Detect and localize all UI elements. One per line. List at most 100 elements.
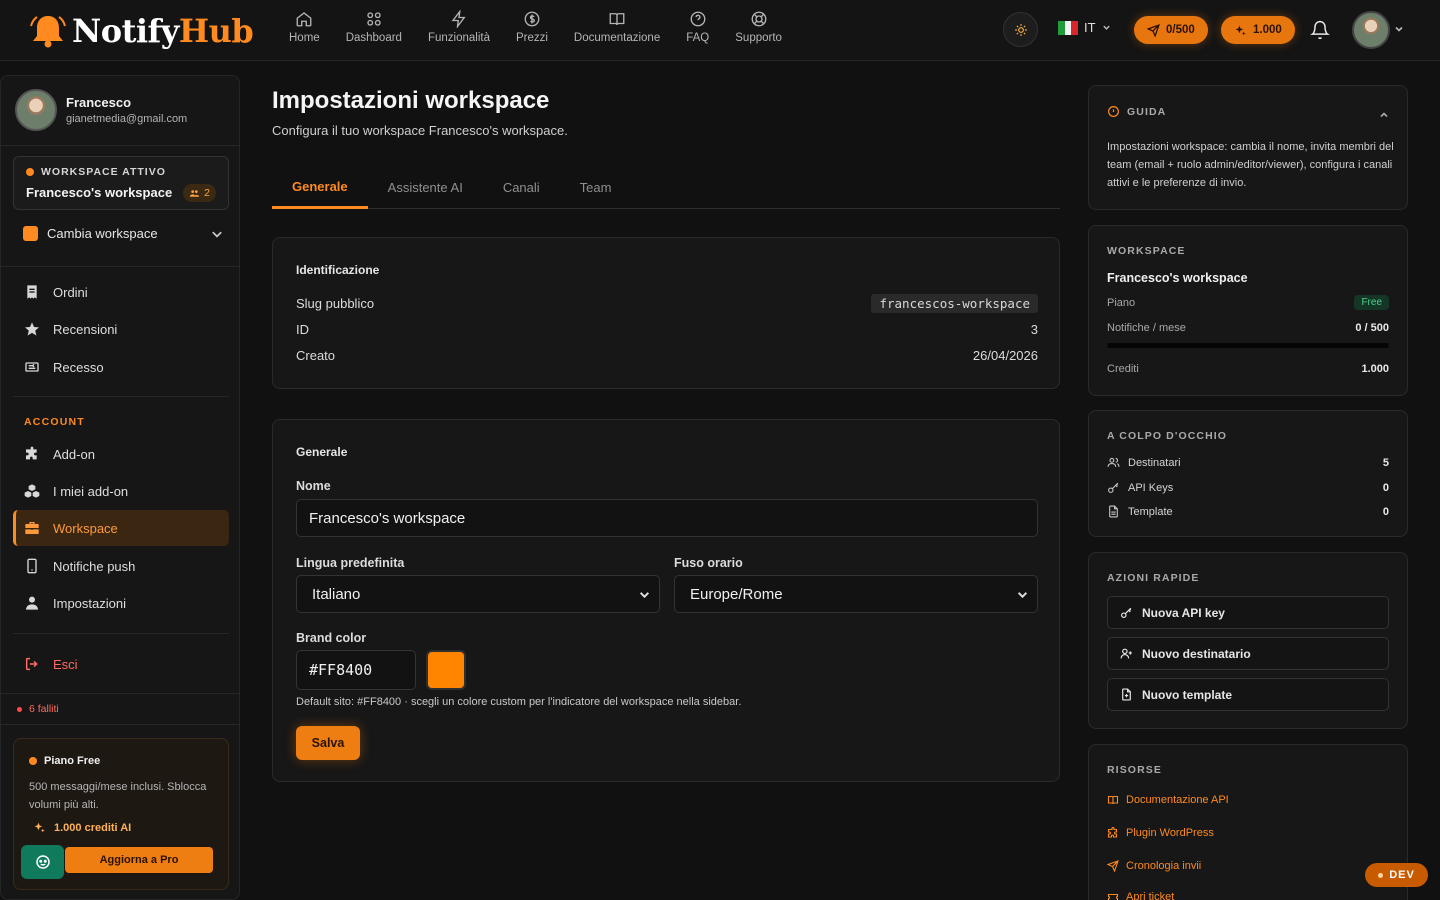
return-icon xyxy=(25,362,39,372)
upgrade-button[interactable]: Aggiorna a Pro xyxy=(65,847,213,873)
guide-card: GUIDA Impostazioni workspace: cambia il … xyxy=(1088,85,1408,210)
user-avatar-menu[interactable] xyxy=(1352,11,1390,49)
glance-api-keys-row[interactable]: API Keys 0 xyxy=(1107,481,1389,494)
id-label: ID xyxy=(296,322,309,337)
credits-pill[interactable]: 1.000 xyxy=(1221,16,1295,44)
tab-channels[interactable]: Canali xyxy=(483,166,560,209)
active-workspace-card[interactable]: WORKSPACE ATTIVO Francesco's workspace 2 xyxy=(13,156,229,210)
chevron-up-icon[interactable] xyxy=(1379,110,1389,120)
workspace-summary-label: WORKSPACE xyxy=(1107,245,1186,257)
notifications-quota-bar xyxy=(1107,343,1389,348)
chat-widget-button[interactable] xyxy=(21,845,64,879)
resources-card: RISORSE Documentazione API Plugin WordPr… xyxy=(1088,744,1408,900)
page-subtitle: Configura il tuo workspace Francesco's w… xyxy=(272,123,568,138)
new-api-key-button[interactable]: Nuova API key xyxy=(1107,596,1389,629)
sidebar-item-orders[interactable]: Ordini xyxy=(13,274,229,310)
workspace-summary-name: Francesco's workspace xyxy=(1107,271,1248,285)
sidebar-item-logout[interactable]: Esci xyxy=(13,646,229,682)
sidebar-item-label: I miei add-on xyxy=(53,483,129,499)
link-wordpress-plugin[interactable]: Plugin WordPress xyxy=(1107,827,1214,839)
brand-color-picker[interactable] xyxy=(426,650,466,690)
tab-ai-assistant[interactable]: Assistente AI xyxy=(368,166,483,209)
general-settings-card: Generale Nome Francesco's workspace Ling… xyxy=(272,419,1060,782)
link-send-history[interactable]: Cronologia invii xyxy=(1107,860,1201,872)
dev-environment-badge[interactable]: DEV xyxy=(1365,863,1428,887)
ticket-icon xyxy=(1107,893,1119,900)
new-template-label: Nuovo template xyxy=(1142,687,1233,702)
sidebar-item-label: Notifiche push xyxy=(53,558,136,574)
sidebar-item-reviews[interactable]: Recensioni xyxy=(13,311,229,347)
sidebar-item-label: Recesso xyxy=(53,359,104,375)
chevron-down-icon xyxy=(1017,592,1028,599)
sidebar-item-push-notifications[interactable]: Notifiche push xyxy=(13,548,229,584)
guide-title[interactable]: GUIDA xyxy=(1107,105,1166,118)
language-value: Italiano xyxy=(312,585,361,603)
key-icon xyxy=(1108,482,1119,493)
divider xyxy=(13,633,229,634)
tab-team[interactable]: Team xyxy=(560,166,632,209)
notifyhub-logo[interactable]: NotifyHub xyxy=(28,12,254,50)
glance-templates-label: Template xyxy=(1128,505,1173,518)
nav-home-label: Home xyxy=(289,32,320,44)
tab-general[interactable]: Generale xyxy=(272,166,368,209)
sidebar-item-workspace[interactable]: Workspace xyxy=(13,510,229,546)
nav-dashboard[interactable]: Dashboard xyxy=(333,10,415,50)
plan-title: Piano Free xyxy=(29,755,100,767)
nav-dashboard-label: Dashboard xyxy=(345,32,402,44)
link-api-docs[interactable]: Documentazione API xyxy=(1107,794,1229,806)
glance-recipients-label: Destinatari xyxy=(1128,456,1181,469)
link-wordpress-plugin-label: Plugin WordPress xyxy=(1126,827,1214,839)
sidebar-item-my-addons[interactable]: I miei add-on xyxy=(13,473,229,509)
notifications-bell-icon[interactable] xyxy=(1310,20,1330,40)
quick-actions-card: AZIONI RAPIDE Nuova API key Nuovo destin… xyxy=(1088,552,1408,729)
file-icon xyxy=(1109,505,1118,518)
top-navbar: NotifyHub Home Dashboard Funzionalità Pr… xyxy=(0,0,1440,61)
language-select[interactable]: Italiano xyxy=(296,575,660,613)
help-icon xyxy=(690,11,706,27)
nav-home[interactable]: Home xyxy=(276,10,333,50)
nav-pricing[interactable]: Prezzi xyxy=(503,10,561,50)
resources-label: RISORSE xyxy=(1107,764,1162,776)
brand-color-hex-input[interactable]: #FF8400 xyxy=(296,650,416,690)
chevron-down-icon[interactable] xyxy=(1394,24,1404,34)
workspace-name-input[interactable]: Francesco's workspace xyxy=(296,499,1038,537)
glance-recipients-row[interactable]: Destinatari 5 xyxy=(1107,456,1389,469)
sidebar-user[interactable]: Francesco gianetmedia@gmail.com xyxy=(15,89,187,131)
switch-workspace-dropdown[interactable]: Cambia workspace xyxy=(23,226,223,241)
nav-support[interactable]: Supporto xyxy=(722,10,795,50)
glance-templates-row[interactable]: Template 0 xyxy=(1107,505,1389,518)
new-recipient-button[interactable]: Nuovo destinatario xyxy=(1107,637,1389,670)
new-template-button[interactable]: Nuovo template xyxy=(1107,678,1389,711)
cubes-icon xyxy=(24,484,40,498)
sidebar-item-addon[interactable]: Add-on xyxy=(13,436,229,472)
plan-row-label: Piano xyxy=(1107,296,1136,309)
divider xyxy=(1,266,239,267)
user-name: Francesco xyxy=(66,95,132,110)
dev-badge-label: DEV xyxy=(1389,869,1415,881)
send-icon xyxy=(1147,23,1160,37)
nav-docs[interactable]: Documentazione xyxy=(561,10,673,50)
glance-recipients-value: 5 xyxy=(1382,456,1389,469)
save-button[interactable]: Salva xyxy=(296,726,360,760)
workspace-name-value: Francesco's workspace xyxy=(309,509,466,527)
failed-notifications-indicator[interactable]: 6 falliti xyxy=(17,703,59,715)
puzzle-icon xyxy=(26,446,37,460)
sidebar-item-withdrawal[interactable]: Recesso xyxy=(13,349,229,385)
users-icon xyxy=(1107,457,1120,467)
theme-toggle-button[interactable] xyxy=(1003,12,1038,47)
general-title: Generale xyxy=(296,445,348,459)
link-open-ticket[interactable]: Apri ticket xyxy=(1107,891,1174,900)
timezone-label: Fuso orario xyxy=(674,556,743,570)
lifebuoy-icon xyxy=(751,11,767,27)
guide-text: Impostazioni workspace: cambia il nome, … xyxy=(1107,141,1394,189)
sparkles-icon xyxy=(1235,25,1246,35)
nav-faq[interactable]: FAQ xyxy=(673,10,722,50)
timezone-select[interactable]: Europe/Rome xyxy=(674,575,1038,613)
nav-features[interactable]: Funzionalità xyxy=(415,10,503,50)
sidebar-item-settings[interactable]: Impostazioni xyxy=(13,585,229,621)
bolt-icon xyxy=(451,10,466,28)
quick-actions-label: AZIONI RAPIDE xyxy=(1107,572,1200,584)
quota-pill[interactable]: 0/500 xyxy=(1134,16,1208,44)
account-section-label: ACCOUNT xyxy=(24,416,85,428)
language-selector[interactable]: IT xyxy=(1058,20,1111,35)
